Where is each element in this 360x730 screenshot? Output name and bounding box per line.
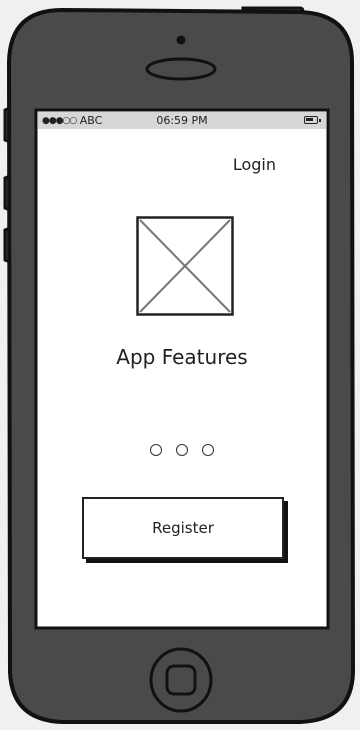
app-features-title: App Features: [116, 345, 248, 369]
camera-icon: [176, 35, 186, 45]
pager-dot-icon[interactable]: [202, 444, 214, 456]
home-button-icon: [149, 647, 213, 713]
page-indicator: [150, 443, 216, 459]
pager-dot-icon[interactable]: [176, 444, 188, 456]
status-time: 06:59 PM: [156, 114, 208, 127]
battery-icon: [304, 116, 321, 124]
phone-screen: ●●●○○ ABC 06:59 PM Login App Features Re…: [38, 112, 326, 626]
register-button[interactable]: Register: [82, 497, 284, 559]
pager-dot-icon[interactable]: [150, 444, 162, 456]
phone-mockup-canvas: ●●●○○ ABC 06:59 PM Login App Features Re…: [0, 0, 360, 730]
status-bar: ●●●○○ ABC 06:59 PM: [38, 112, 326, 129]
login-link[interactable]: Login: [233, 155, 276, 174]
image-placeholder-icon: [136, 216, 234, 316]
